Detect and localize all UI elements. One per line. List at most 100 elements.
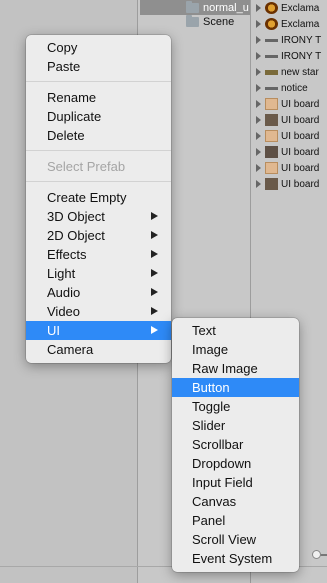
expand-triangle-icon[interactable] — [256, 52, 261, 60]
menu-separator — [26, 150, 171, 151]
asset-label: UI board — [281, 178, 320, 190]
submenu-item-scroll-view[interactable]: Scroll View — [172, 530, 299, 549]
thumbnail-size-slider-track[interactable] — [320, 554, 327, 556]
expand-triangle-icon[interactable] — [256, 4, 261, 12]
expand-triangle-icon[interactable] — [256, 180, 261, 188]
folder-icon — [186, 14, 199, 27]
folder-item-scene[interactable]: Scene — [186, 14, 234, 29]
asset-label: Exclama — [281, 2, 320, 14]
notice-thumb-icon — [265, 86, 278, 90]
submenu-item-canvas[interactable]: Canvas — [172, 492, 299, 511]
board-thumb-icon — [265, 114, 278, 126]
board-thumb-icon — [265, 178, 278, 190]
menu-item-delete[interactable]: Delete — [26, 126, 171, 145]
expand-triangle-icon[interactable] — [256, 20, 261, 28]
bar-thumb-icon — [265, 69, 278, 75]
submenu-arrow-icon — [151, 326, 158, 334]
panel-footer-divider — [0, 566, 138, 567]
asset-item[interactable]: UI board — [256, 160, 327, 176]
expand-triangle-icon[interactable] — [256, 68, 261, 76]
submenu-item-event-system[interactable]: Event System — [172, 549, 299, 568]
asset-label: new star — [281, 66, 319, 78]
asset-item[interactable]: Exclama — [256, 16, 327, 32]
submenu-arrow-icon — [151, 307, 158, 315]
board-thumb-icon — [265, 130, 278, 142]
submenu-item-toggle[interactable]: Toggle — [172, 397, 299, 416]
submenu-item-dropdown[interactable]: Dropdown — [172, 454, 299, 473]
asset-label: UI board — [281, 146, 320, 158]
menu-item-label: Audio — [47, 285, 81, 300]
submenu-item-image[interactable]: Image — [172, 340, 299, 359]
expand-triangle-icon[interactable] — [256, 100, 261, 108]
menu-item-duplicate[interactable]: Duplicate — [26, 107, 171, 126]
expand-triangle-icon[interactable] — [256, 84, 261, 92]
folder-label: Scene — [203, 15, 235, 28]
menu-item-label: 2D Object — [47, 228, 105, 243]
folder-item-normal-u[interactable]: normal_u — [140, 0, 250, 15]
folder-icon — [186, 0, 199, 13]
asset-item[interactable]: UI board — [256, 176, 327, 192]
submenu-arrow-icon — [151, 231, 158, 239]
asset-label: UI board — [281, 162, 320, 174]
submenu-item-button[interactable]: Button — [172, 378, 299, 397]
asset-item[interactable]: UI board — [256, 112, 327, 128]
asset-item[interactable]: notice — [256, 80, 327, 96]
menu-item-ui[interactable]: UI — [26, 321, 171, 340]
menu-separator — [26, 181, 171, 182]
context-menu: Copy Paste Rename Duplicate Delete Selec… — [26, 35, 171, 363]
expand-triangle-icon[interactable] — [256, 164, 261, 172]
menu-item-paste[interactable]: Paste — [26, 57, 171, 76]
menu-item-select-prefab: Select Prefab — [47, 159, 126, 174]
menu-item-create-empty[interactable]: Create Empty — [26, 188, 171, 207]
asset-item[interactable]: UI board — [256, 144, 327, 160]
submenu-arrow-icon — [151, 212, 158, 220]
asset-label: UI board — [281, 98, 320, 110]
board-thumb-icon — [265, 98, 278, 110]
menu-separator — [26, 81, 171, 82]
asset-label: UI board — [281, 130, 320, 142]
asset-item[interactable]: new star — [256, 64, 327, 80]
submenu-item-panel[interactable]: Panel — [172, 511, 299, 530]
menu-item-audio[interactable]: Audio — [26, 283, 171, 302]
menu-item-copy[interactable]: Copy — [26, 38, 171, 57]
folder-label: normal_u — [203, 1, 249, 14]
asset-label: UI board — [281, 114, 320, 126]
expand-triangle-icon[interactable] — [256, 116, 261, 124]
asset-item[interactable]: IRONY T — [256, 48, 327, 64]
menu-item-3d-object[interactable]: 3D Object — [26, 207, 171, 226]
exclamation-thumb-icon — [265, 18, 278, 30]
menu-item-label: Effects — [47, 247, 87, 262]
asset-label: notice — [281, 82, 308, 94]
submenu-item-input-field[interactable]: Input Field — [172, 473, 299, 492]
expand-triangle-icon[interactable] — [256, 148, 261, 156]
asset-item[interactable]: UI board — [256, 128, 327, 144]
menu-item-label: 3D Object — [47, 209, 105, 224]
menu-item-label: UI — [47, 323, 60, 338]
asset-item[interactable]: IRONY T — [256, 32, 327, 48]
menu-item-label: Light — [47, 266, 76, 281]
menu-item-effects[interactable]: Effects — [26, 245, 171, 264]
submenu-item-slider[interactable]: Slider — [172, 416, 299, 435]
submenu-arrow-icon — [151, 250, 158, 258]
asset-label: Exclama — [281, 18, 320, 30]
menu-item-label: Video — [47, 304, 81, 319]
line-thumb-icon — [265, 38, 278, 42]
menu-item-video[interactable]: Video — [26, 302, 171, 321]
submenu-arrow-icon — [151, 288, 158, 296]
exclamation-thumb-icon — [265, 2, 278, 14]
menu-item-2d-object[interactable]: 2D Object — [26, 226, 171, 245]
menu-item-rename[interactable]: Rename — [26, 88, 171, 107]
ui-submenu: Text Image Raw Image Button Toggle Slide… — [172, 318, 299, 572]
expand-triangle-icon[interactable] — [256, 36, 261, 44]
submenu-item-scrollbar[interactable]: Scrollbar — [172, 435, 299, 454]
asset-label: IRONY T — [281, 34, 322, 46]
asset-item[interactable]: UI board — [256, 96, 327, 112]
asset-item[interactable]: Exclama — [256, 0, 327, 16]
thumbnail-size-slider-knob[interactable] — [312, 550, 321, 559]
menu-item-light[interactable]: Light — [26, 264, 171, 283]
submenu-arrow-icon — [151, 269, 158, 277]
expand-triangle-icon[interactable] — [256, 132, 261, 140]
submenu-item-text[interactable]: Text — [172, 321, 299, 340]
menu-item-camera[interactable]: Camera — [26, 340, 171, 359]
submenu-item-raw-image[interactable]: Raw Image — [172, 359, 299, 378]
